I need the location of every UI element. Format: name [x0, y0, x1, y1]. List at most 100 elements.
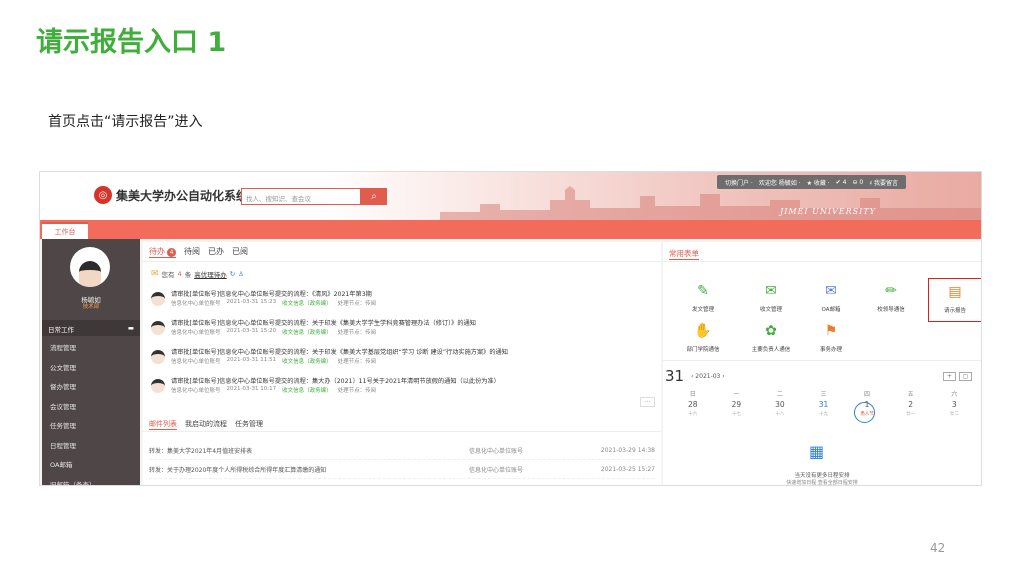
sidebar-item[interactable]: 公文管理 — [42, 356, 140, 376]
tab-my-flows[interactable]: 我启动的流程 — [185, 419, 227, 430]
todo-count-suffix: 条 — [184, 271, 192, 279]
todo-item-tag: 收文信息（政务编） — [282, 359, 332, 365]
lunar-date: 愚人节 — [860, 412, 874, 417]
form-tile-1[interactable]: ✎ 发文管理 — [676, 278, 730, 322]
todo-item-title[interactable]: 请审批[单位账号]信息化中心单位账号提交的流程：关于印发《集美大学基层党组织“学… — [171, 348, 508, 357]
inbox-icon: ✉ — [765, 283, 777, 299]
mail-subject[interactable]: 转发：集美大学2021年4月值班安排表 — [149, 446, 469, 455]
calendar-date[interactable]: 29 — [715, 400, 759, 411]
form-tile-2[interactable]: ✉ 收文管理 — [744, 278, 798, 322]
calendar-date[interactable]: 31 — [802, 400, 846, 411]
divider — [663, 360, 981, 361]
weekday-label: 一 — [733, 391, 740, 398]
userbar-item[interactable]: 欢迎您 杨毓如 · — [759, 178, 801, 187]
app-logo[interactable]: ◎ 集美大学办公自动化系统 — [94, 186, 248, 204]
todo-item[interactable]: 请审批[单位账号]信息化中心单位账号提交的流程：《清风》2021年第3期 信息化中… — [151, 290, 651, 319]
sidebar-item[interactable]: 日程管理 — [42, 434, 140, 454]
form-tile-3[interactable]: ✉ OA邮箱 — [804, 278, 858, 322]
form-tile-6[interactable]: ✋ 部门学院通信 — [676, 318, 730, 362]
header-watermark: JIMEI UNIVERSITY — [780, 207, 876, 216]
mail-subject[interactable]: 转发：关于开展学校教职工通讯录信息核对的通知 — [149, 484, 469, 486]
priority-todo-link[interactable]: 高优理待办 — [194, 269, 227, 279]
tab-done[interactable]: 已办 — [208, 246, 224, 258]
sidebar-menu-head[interactable]: 日常工作 ▬ — [42, 320, 140, 336]
tab-task-mgmt[interactable]: 任务管理 — [235, 419, 263, 430]
calendar-date[interactable]: 1 — [845, 400, 889, 411]
todo-item-from: 信息化中心单位账号 — [171, 359, 221, 365]
form-tile-4[interactable]: ✏ 校领导通信 — [864, 278, 918, 322]
sidebar-item[interactable]: 旧邮箱（备查） — [42, 473, 140, 486]
todo-item-node: 处理节点：传阅 — [337, 330, 377, 336]
calendar-date[interactable]: 30 — [758, 400, 802, 411]
avatar[interactable] — [70, 247, 110, 287]
add-schedule-icon[interactable]: + — [943, 372, 956, 381]
userbar-item[interactable]: 切换门户 · — [725, 178, 753, 187]
collapse-icon: ▬ — [127, 324, 134, 332]
university-emblem-icon: ◎ — [94, 186, 112, 204]
todo-summary: ✉ 您有 4 条 高优理待办 ↻ ♙ — [151, 269, 244, 279]
calendar-icon: ▦ — [809, 442, 825, 461]
form-tile-label: 发文管理 — [691, 307, 714, 313]
todo-item-title[interactable]: 请审批[单位账号]信息化中心单位账号提交的流程：关于印发《集美大学学生学科竞赛管… — [171, 319, 476, 328]
lunar-date: 十九 — [818, 412, 828, 417]
app-logo-text: 集美大学办公自动化系统 — [116, 188, 249, 203]
todo-item[interactable]: 请审批[单位账号]信息化中心单位账号提交的流程：集大办〔2021〕11号关于20… — [151, 377, 651, 406]
refresh-icon[interactable]: ↻ — [230, 270, 235, 278]
sidebar-item[interactable]: OA邮箱 — [42, 453, 140, 473]
lunar-date: 十七 — [731, 412, 741, 417]
calendar-view-icon[interactable]: ▢ — [959, 372, 972, 381]
tab-workbench[interactable]: 工作台 — [42, 222, 88, 239]
mail-row[interactable]: 转发：集美大学2021年4月值班安排表 信息化中心单位账号 2021-03-29 1… — [149, 441, 655, 460]
pencil-icon: ✏ — [885, 283, 897, 299]
todo-item-title[interactable]: 请审批[单位账号]信息化中心单位账号提交的流程：集大办〔2021〕11号关于20… — [171, 377, 500, 386]
tab-todo[interactable]: 待办 4 — [149, 246, 176, 258]
sidebar-item[interactable]: 督办管理 — [42, 375, 140, 395]
tab-toread[interactable]: 待阅 — [184, 246, 200, 258]
sidebar-menu: 流程管理 公文管理 督办管理 会议管理 任务管理 日程管理 OA邮箱 旧邮箱（备查） — [42, 336, 140, 486]
form-tile-5[interactable]: ▤ 请示报告 — [928, 278, 981, 322]
user-dept: 技术部 — [82, 304, 100, 310]
more-button[interactable]: ··· — [640, 397, 655, 407]
weekday-label: 四 — [864, 391, 871, 398]
form-tile-7[interactable]: ✿ 主要负责人通信 — [744, 318, 798, 362]
sidebar-item[interactable]: 流程管理 — [42, 336, 140, 356]
person-icon[interactable]: ♙ — [238, 270, 244, 278]
userbar-item[interactable]: ★ 收藏 · — [807, 178, 830, 187]
sidebar-item[interactable]: 任务管理 — [42, 414, 140, 434]
gear-icon: ✿ — [765, 323, 777, 339]
weekday-label: 三 — [820, 391, 827, 398]
sidebar-item[interactable]: 会议管理 — [42, 395, 140, 415]
handshake-icon: ✋ — [694, 323, 712, 339]
todo-item[interactable]: 请审批[单位账号]信息化中心单位账号提交的流程：关于印发《集美大学基层党组织“学… — [151, 348, 651, 377]
slide-title: 请示报告入口 1 — [36, 27, 227, 58]
todo-item-tag: 收文信息（政务编） — [282, 388, 332, 394]
tab-mail-list[interactable]: 邮件列表 — [149, 419, 177, 430]
todo-item-tag: 收文信息（政务编） — [282, 330, 332, 336]
userbar-item[interactable]: ♯ 我要留言 — [869, 178, 898, 187]
calendar-date[interactable]: 28 — [671, 400, 715, 411]
weekday-label: 日 — [689, 391, 696, 398]
mail-row[interactable]: 转发：关于办理2020年度个人所得税综合所得年度汇算清缴的通知 信息化中心单位账号… — [149, 460, 655, 479]
calendar-date[interactable]: 3 — [932, 400, 976, 411]
lunar-date: 十八 — [775, 412, 785, 417]
search-input[interactable]: 找人、搜知识、查会议 — [241, 188, 361, 205]
mail-subject[interactable]: 转发：关于办理2020年度个人所得税综合所得年度汇算清缴的通知 — [149, 465, 469, 474]
tab-read[interactable]: 已阅 — [232, 246, 248, 258]
todo-item-title[interactable]: 请审批[单位账号]信息化中心单位账号提交的流程：《清风》2021年第3期 — [171, 290, 376, 299]
userbar-item[interactable]: ⊖ 0 — [852, 179, 863, 186]
divider — [143, 431, 661, 432]
calendar-month-nav[interactable]: ‹ 2021-03 › — [691, 373, 725, 380]
main-panel: 待办 4 待阅 已办 已阅 ✉ 您有 4 条 高优理待办 ↻ ♙ 请审批[单位账号… — [143, 242, 661, 486]
calendar-date[interactable]: 2 — [889, 400, 933, 411]
mail-row[interactable]: 转发：关于开展学校教职工通讯录信息核对的通知信息化中心单位账号2021-03-2… — [149, 479, 655, 486]
todo-item-from: 信息化中心单位账号 — [171, 301, 221, 307]
form-tile-8[interactable]: ⚑ 事务办理 — [804, 318, 858, 362]
todo-item[interactable]: 请审批[单位账号]信息化中心单位账号提交的流程：关于印发《集美大学学生学科竞赛管… — [151, 319, 651, 348]
search-icon[interactable]: ⌕ — [361, 188, 387, 205]
weekday-label: 五 — [907, 391, 914, 398]
schedule-links[interactable]: 快速增加日程 查看全部日程安排 — [663, 479, 981, 485]
userbar-item[interactable]: ✔ 4 — [836, 179, 847, 186]
todo-item-node: 处理节点：传阅 — [337, 359, 377, 365]
todo-item-body: 请审批[单位账号]信息化中心单位账号提交的流程：《清风》2021年第3期 信息化中… — [171, 290, 376, 307]
slide-caption: 首页点击“请示报告”进入 — [48, 114, 203, 130]
